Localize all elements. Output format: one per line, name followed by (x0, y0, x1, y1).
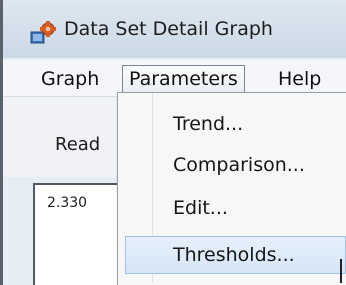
application-window: Data Set Detail Graph Graph Parameters H… (0, 0, 346, 285)
text-cursor (340, 259, 342, 283)
menu-item-comparison[interactable]: Comparison... (151, 147, 346, 183)
title-bar[interactable]: Data Set Detail Graph (3, 0, 346, 58)
app-gear-icon (30, 21, 56, 44)
menu-item-thresholds[interactable]: Thresholds... (125, 236, 346, 274)
read-button[interactable]: Read (55, 134, 100, 155)
y-axis-value: 2.330 (47, 195, 88, 211)
window-title: Data Set Detail Graph (64, 18, 273, 40)
menu-graph[interactable]: Graph (41, 66, 99, 92)
menu-item-trend[interactable]: Trend... (151, 106, 346, 142)
menu-help[interactable]: Help (278, 66, 321, 92)
menu-parameters[interactable]: Parameters (122, 65, 245, 94)
menu-item-edit[interactable]: Edit... (151, 190, 346, 226)
